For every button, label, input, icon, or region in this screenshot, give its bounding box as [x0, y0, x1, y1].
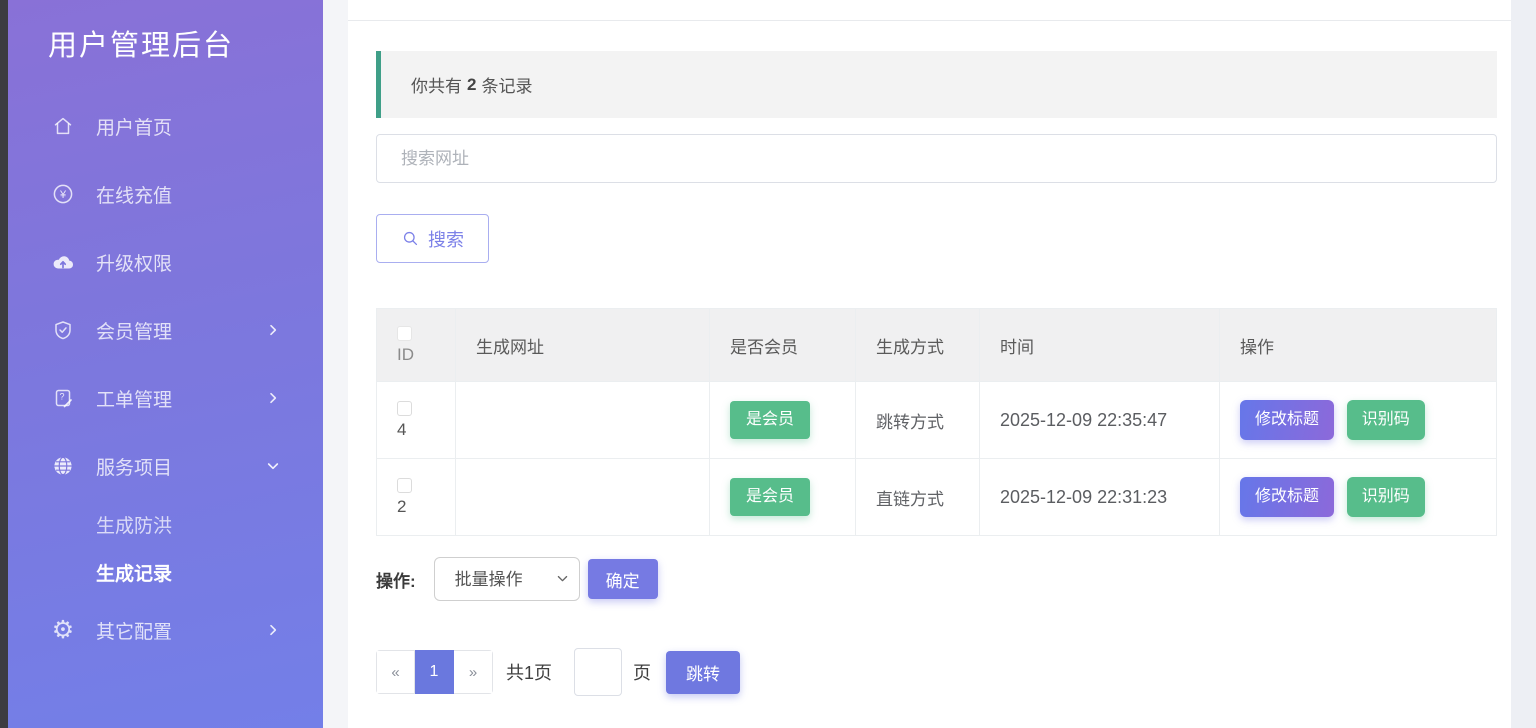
batch-action-select[interactable]: 批量操作 — [434, 557, 580, 601]
page-suffix-text: 页 — [633, 659, 651, 685]
confirm-button[interactable]: 确定 — [588, 559, 658, 599]
sidebar-nav: 用户首页 ¥ 在线充值 升级权限 — [8, 92, 323, 664]
cloud-upload-icon — [50, 249, 76, 275]
sidebar-subitem-gen-records[interactable]: 生成记录 — [8, 548, 323, 596]
edit-title-button[interactable]: 修改标题 — [1240, 477, 1334, 517]
sidebar-item-recharge[interactable]: ¥ 在线充值 — [8, 160, 323, 228]
sidebar-item-other-config[interactable]: ⚙ 其它配置 — [8, 596, 323, 664]
sidebar-item-upgrade[interactable]: 升级权限 — [8, 228, 323, 296]
content-panel: 你共有 2 条记录 搜索 — [348, 0, 1511, 728]
record-count-notice: 你共有 2 条记录 — [376, 51, 1497, 118]
jump-button[interactable]: 跳转 — [666, 651, 740, 694]
row-method: 跳转方式 — [856, 382, 980, 459]
shield-check-icon — [50, 317, 76, 343]
chevron-right-icon — [265, 390, 281, 406]
sidebar-item-label: 服务项目 — [96, 453, 265, 480]
table-row: 2 是会员 直链方式 2025-12-09 22:31:23 修改标题 识别码 — [377, 459, 1497, 536]
column-header-ops: 操作 — [1220, 309, 1497, 382]
pagination: « 1 » 共1页 页 跳转 — [376, 648, 1497, 696]
member-badge: 是会员 — [730, 478, 810, 516]
edit-title-button[interactable]: 修改标题 — [1240, 400, 1334, 440]
column-header-id: ID — [397, 345, 435, 365]
home-icon — [50, 113, 76, 139]
chevron-down-icon — [265, 458, 281, 474]
sidebar-item-label: 会员管理 — [96, 317, 265, 344]
record-count: 2 — [467, 75, 476, 95]
sidebar-item-label: 用户首页 — [96, 113, 289, 140]
sidebar-subitem-gen-flood[interactable]: 生成防洪 — [8, 500, 323, 548]
yen-circle-icon: ¥ — [50, 181, 76, 207]
identify-code-button[interactable]: 识别码 — [1347, 477, 1425, 517]
row-time: 2025-12-09 22:31:23 — [1000, 487, 1167, 507]
search-button-label: 搜索 — [428, 226, 464, 252]
globe-icon — [50, 453, 76, 479]
sidebar-item-services[interactable]: 服务项目 — [8, 432, 323, 500]
sidebar-item-label: 升级权限 — [96, 249, 289, 276]
current-page-button[interactable]: 1 — [415, 650, 454, 694]
gear-icon: ⚙ — [50, 617, 76, 643]
svg-text:?: ? — [59, 392, 64, 402]
row-method: 直链方式 — [856, 459, 980, 536]
column-header-method: 生成方式 — [856, 309, 980, 382]
notice-suffix: 条记录 — [481, 72, 532, 97]
page-jump-input[interactable] — [574, 648, 622, 696]
batch-actions-bar: 操作: 批量操作 确定 — [376, 557, 1497, 601]
main-area: 你共有 2 条记录 搜索 — [323, 0, 1536, 728]
top-bar — [348, 0, 1511, 21]
records-table: ID 生成网址 是否会员 生成方式 时间 操作 4 — [376, 308, 1497, 536]
search-input[interactable] — [376, 134, 1497, 183]
sidebar-item-label: 在线充值 — [96, 181, 289, 208]
column-header-url: 生成网址 — [456, 309, 710, 382]
chevron-right-icon — [265, 622, 281, 638]
row-checkbox[interactable] — [397, 478, 412, 493]
member-badge: 是会员 — [730, 401, 810, 439]
row-id: 2 — [397, 497, 435, 517]
search-button[interactable]: 搜索 — [376, 214, 489, 263]
ticket-icon: ? — [50, 385, 76, 411]
sidebar-item-members[interactable]: 会员管理 — [8, 296, 323, 364]
prev-page-button[interactable]: « — [376, 650, 415, 694]
sidebar-subitem-label: 生成记录 — [96, 559, 172, 586]
sidebar-item-user-home[interactable]: 用户首页 — [8, 92, 323, 160]
next-page-button[interactable]: » — [454, 650, 493, 694]
window-edge-strip — [0, 0, 8, 728]
content-right-gutter — [1511, 0, 1536, 728]
row-url — [456, 459, 710, 536]
row-time: 2025-12-09 22:35:47 — [1000, 410, 1167, 430]
page-group: « 1 » — [376, 650, 493, 694]
row-checkbox[interactable] — [397, 401, 412, 416]
row-id: 4 — [397, 420, 435, 440]
sidebar-item-tickets[interactable]: ? 工单管理 — [8, 364, 323, 432]
app-title: 用户管理后台 — [8, 0, 323, 64]
row-url — [456, 382, 710, 459]
batch-label: 操作: — [376, 567, 416, 592]
notice-prefix: 你共有 — [411, 72, 462, 97]
column-header-member: 是否会员 — [710, 309, 856, 382]
content-left-gutter — [323, 0, 348, 728]
sidebar-item-label: 工单管理 — [96, 385, 265, 412]
svg-text:¥: ¥ — [59, 189, 67, 201]
identify-code-button[interactable]: 识别码 — [1347, 400, 1425, 440]
table-row: 4 是会员 跳转方式 2025-12-09 22:35:47 修改标题 识别码 — [377, 382, 1497, 459]
table-header-row: ID 生成网址 是否会员 生成方式 时间 操作 — [377, 309, 1497, 382]
select-all-checkbox[interactable] — [397, 326, 412, 341]
sidebar-submenu-services: 生成防洪 生成记录 — [8, 500, 323, 596]
sidebar-item-label: 其它配置 — [96, 617, 265, 644]
sidebar: 用户管理后台 用户首页 ¥ 在线充值 — [8, 0, 323, 728]
total-pages-text: 共1页 — [506, 659, 552, 685]
search-icon — [401, 229, 420, 248]
sidebar-subitem-label: 生成防洪 — [96, 511, 172, 538]
chevron-right-icon — [265, 322, 281, 338]
column-header-time: 时间 — [980, 309, 1220, 382]
